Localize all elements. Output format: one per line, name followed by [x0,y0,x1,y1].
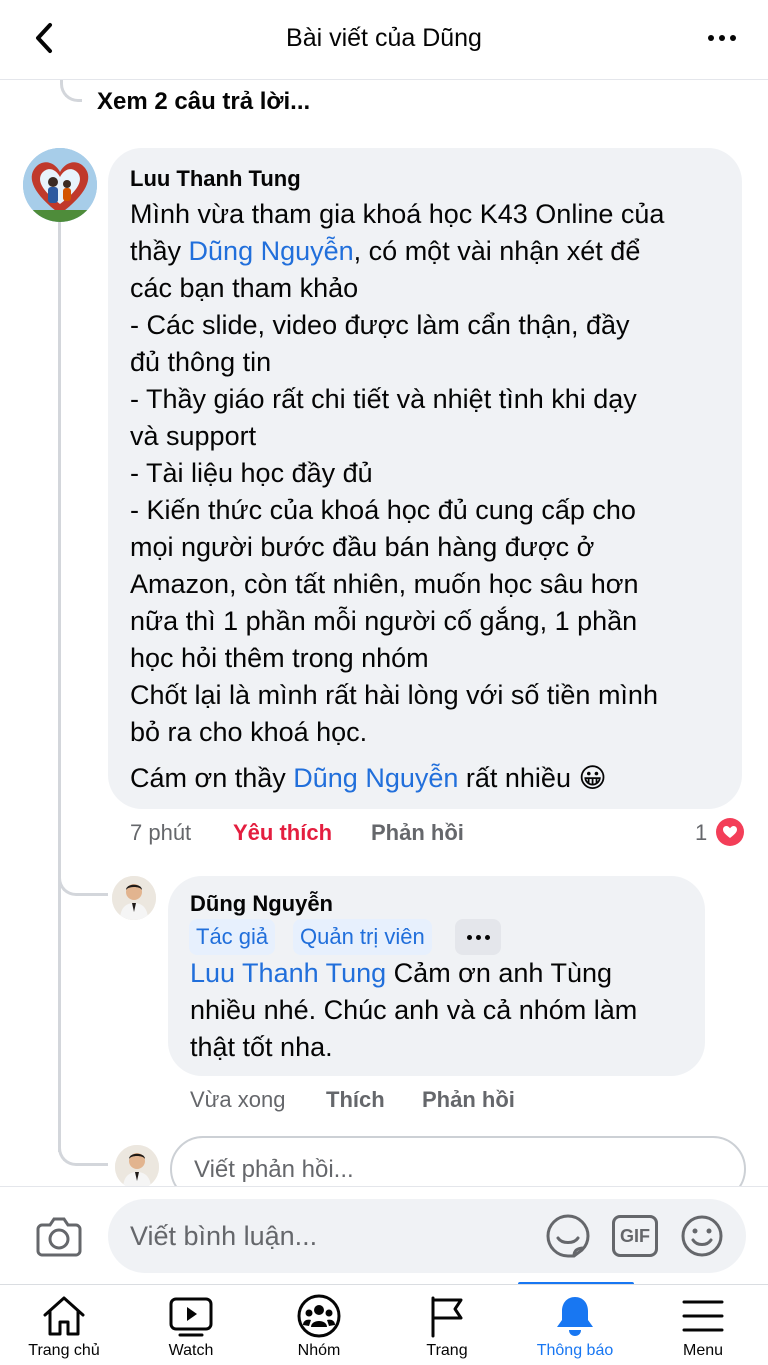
like-button[interactable]: Thích [326,1087,385,1113]
nav-label: Menu [682,1342,724,1359]
sticker-icon[interactable] [544,1212,592,1260]
reply-input-connector [58,1130,108,1166]
comment-line: - Kiến thức của khoá học đủ cung cấp cho [130,495,636,525]
comment-line: thầy Dũng Nguyễn, có một vài nhận xét để [130,236,641,266]
comment-line: Cám ơn thầy Dũng Nguyễn rất nhiều 😀 [130,763,607,793]
groups-icon [296,1293,342,1339]
comment-line: Amazon, còn tất nhiên, muốn học sâu hơn [130,569,639,599]
nav-watch[interactable]: Watch [127,1285,255,1365]
gif-label: GIF [620,1225,650,1246]
admin-badge: Quản trị viên [293,919,432,955]
nav-groups[interactable]: Nhóm [255,1285,383,1365]
nav-home[interactable]: Trang chủ [0,1285,128,1365]
avatar[interactable] [23,148,97,222]
heart-icon [714,816,746,848]
nav-label: Thông báo [536,1342,614,1359]
comment-body: Mình vừa tham gia khoá học K43 Online củ… [130,196,664,797]
love-reaction-button[interactable]: Yêu thích [233,820,332,846]
comment-line: học hỏi thêm trong nhóm [130,643,429,673]
pages-flag-icon [427,1293,467,1339]
reply-timestamp: Vừa xong [190,1087,286,1112]
reply-line: thật tốt nha. [190,1032,333,1062]
comment-line: - Các slide, video được làm cẩn thận, đầ… [130,310,630,340]
comment-line: mọi người bước đầu bán hàng được ở [130,532,595,562]
author-badge: Tác giả [189,919,276,955]
comment-author[interactable]: Luu Thanh Tung [130,166,301,192]
reply-author[interactable]: Dũng Nguyễn [190,891,333,917]
nav-label: Trang [426,1342,468,1359]
mention-link[interactable]: Dũng Nguyễn [293,763,458,793]
thread-line [58,222,61,1152]
reply-connector [58,860,108,896]
comment-line: đủ thông tin [130,347,272,377]
nav-notifications[interactable]: Thông báo [511,1285,639,1365]
nav-pages[interactable]: Trang [383,1285,511,1365]
reply-line: Luu Thanh Tung Cảm ơn anh Tùng [190,958,613,988]
nav-label: Trang chủ [28,1342,100,1359]
comment-line: - Thầy giáo rất chi tiết và nhiệt tình k… [130,384,637,414]
thread-connector [60,80,82,102]
nav-label: Nhóm [297,1342,341,1359]
comment-input[interactable]: Viết bình luận... GIF [108,1199,746,1273]
comment-line: - Tài liệu học đầy đủ [130,458,373,488]
page-title: Bài viết của Dũng [286,24,482,52]
reply-bubble[interactable]: Dũng Nguyễn Luu Thanh Tung Cảm ơn anh Tù… [168,876,705,1076]
menu-icon [681,1293,725,1339]
nav-menu[interactable]: Menu [639,1285,767,1365]
comment-composer: Viết bình luận... GIF [0,1186,768,1284]
mention-link[interactable]: Dũng Nguyễn [189,236,354,266]
bell-icon [554,1293,596,1339]
grinning-emoji: 😀 [578,763,607,793]
comment-line: bỏ ra cho khoá học. [130,717,368,747]
mention-link[interactable]: Luu Thanh Tung [190,958,386,988]
reply-input-placeholder: Viết phản hồi... [194,1156,354,1183]
comment-line: Mình vừa tham gia khoá học K43 Online củ… [130,199,665,229]
more-icon [708,35,714,41]
more-options-button[interactable] [702,22,742,54]
reaction-count[interactable]: 1 [695,820,707,846]
nav-label: Watch [168,1342,214,1359]
bottom-navigation: Trang chủ Watch Nhóm Trang Thông báo Men… [0,1284,768,1365]
gif-icon[interactable]: GIF [612,1215,658,1257]
comment-input-placeholder: Viết bình luận... [130,1221,318,1251]
reply-button[interactable]: Phản hồi [371,820,464,846]
avatar [115,1145,159,1189]
reply-button[interactable]: Phản hồi [422,1087,515,1113]
reply-body: Luu Thanh Tung Cảm ơn anh Tùng nhiều nhé… [190,955,637,1066]
comment-line: Chốt lại là mình rất hài lòng với số tiề… [130,680,658,710]
comment-bubble[interactable]: Luu Thanh Tung Mình vừa tham gia khoá họ… [108,148,742,809]
view-more-replies-link[interactable]: Xem 2 câu trả lời... [97,88,310,116]
comment-timestamp: 7 phút [130,820,192,845]
avatar[interactable] [112,876,156,920]
top-bar: Bài viết của Dũng [0,0,768,80]
home-icon [41,1293,87,1339]
camera-icon[interactable] [36,1215,82,1257]
comment-line: nữa thì 1 phần mỗi người cố gắng, 1 phần [130,606,638,636]
emoji-icon[interactable] [680,1214,724,1258]
watch-icon [168,1293,214,1339]
reply-line: nhiều nhé. Chúc anh và cả nhóm làm [190,995,638,1025]
comment-line: các bạn tham khảo [130,273,359,303]
more-icon [466,934,472,940]
badge-more-button[interactable] [455,919,501,955]
comment-line: và support [130,421,257,451]
